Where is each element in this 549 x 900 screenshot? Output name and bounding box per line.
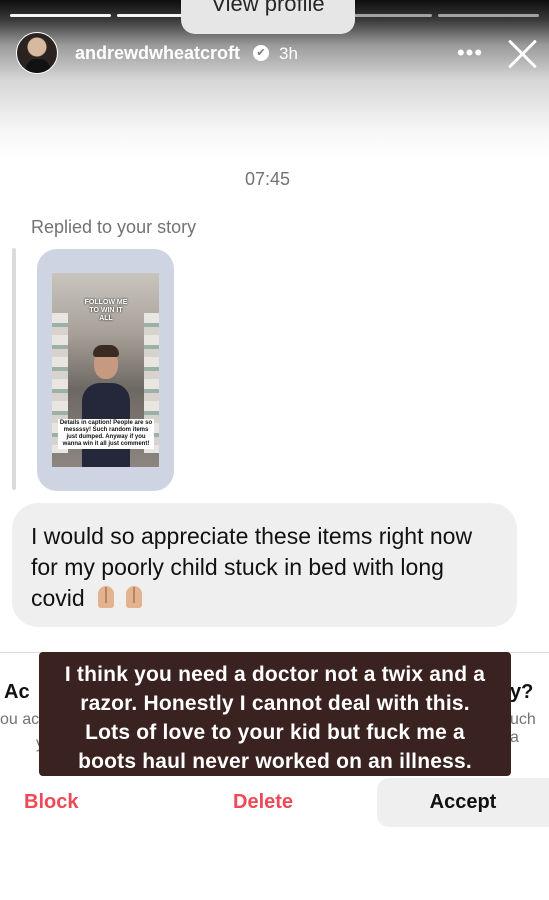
sticker-line: boots haul never worked on an illness. xyxy=(78,750,472,773)
replied-to-story-label: Replied to your story xyxy=(31,217,197,237)
delete-button[interactable]: Delete xyxy=(233,791,293,814)
reply-indicator-bar xyxy=(12,248,16,490)
progress-segment xyxy=(10,14,111,17)
story-text-sticker: I think you need a doctor not a twix and… xyxy=(39,652,511,776)
request-description: ou ac xyxy=(0,711,40,728)
story-caption: Details in caption! People are so messss… xyxy=(58,419,154,449)
request-description-end: uch a xyxy=(510,711,536,746)
sticker-line: razor. Honestly I cannot deal with this. xyxy=(80,692,470,715)
view-profile-label: View profile xyxy=(211,0,325,16)
view-profile-button[interactable]: View profile xyxy=(181,0,355,34)
message-timestamp: 07:45 xyxy=(244,169,291,189)
sticker-line: Lots of love to your kid but fuck me a xyxy=(85,721,465,744)
progress-segment xyxy=(438,14,539,17)
story-headline: FOLLOW ME TO WIN IT ALL xyxy=(84,299,128,322)
accept-button[interactable]: Accept xyxy=(377,778,549,827)
story-time-ago: 3h xyxy=(279,44,298,63)
block-button[interactable]: Block xyxy=(24,791,78,814)
more-options-icon[interactable]: ••• xyxy=(455,38,485,68)
close-icon[interactable] xyxy=(506,38,538,70)
story-preview-thumbnail[interactable]: FOLLOW ME TO WIN IT ALL Details in capti… xyxy=(37,249,174,491)
request-title: Ac xyxy=(4,681,30,703)
message-bubble[interactable]: I would so appreciate these items right … xyxy=(12,503,517,627)
sticker-line: I think you need a doctor not a twix and… xyxy=(64,663,486,686)
folded-hands-icon xyxy=(93,586,119,608)
avatar[interactable] xyxy=(16,32,58,74)
person-hair-graphic xyxy=(93,345,119,357)
story-preview-image: FOLLOW ME TO WIN IT ALL Details in capti… xyxy=(52,273,159,467)
verified-badge-icon: ✔ xyxy=(253,45,269,61)
folded-hands-icon xyxy=(121,586,147,608)
username[interactable]: andrewdwheatcroft xyxy=(75,43,240,64)
request-title-end: y? xyxy=(510,681,534,703)
